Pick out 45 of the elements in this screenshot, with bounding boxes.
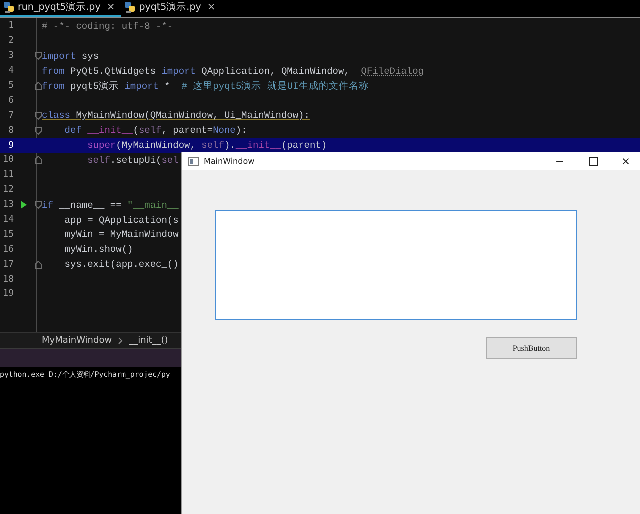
line-number: 4 [8,66,14,76]
breadcrumb-item[interactable]: MyMainWindow [42,336,112,346]
line-number: 16 [2,244,14,255]
breadcrumb-item[interactable]: __init__() [129,336,168,346]
close-button[interactable]: × [612,152,640,170]
line-number: 12 [2,185,14,196]
line-number: 3 [8,51,14,62]
chevron-icon [118,336,124,344]
line-number: 13 [2,200,14,210]
editor-tab[interactable]: pyqt5演示.py × [121,0,222,17]
line-number: 2 [8,36,14,46]
code-line: myWin.show() [64,244,134,256]
text-edit-field[interactable] [215,210,577,320]
line-number: 8 [8,126,14,136]
code-line: app = QApplication(s [64,214,179,226]
code-line: def __init__(self, parent=None): [64,125,248,136]
close-tab-button[interactable]: × [207,2,216,13]
line-number: 6 [8,96,14,106]
window-icon [188,156,199,166]
code-line: class MyMainWindow(QMainWindow, Ui_MainWindow): [42,110,310,122]
code-line: # -*- coding: utf-8 -*- [42,20,174,32]
line-number: 5 [8,81,14,91]
code-line: if __name__ == "__main__ [42,200,179,211]
code-line: sys.exit(app.exec_() [64,259,179,270]
code-line: import sys [42,50,100,62]
line-number: 7 [8,110,14,121]
line-number: 9 [8,140,14,151]
window-title: MainWindow [204,156,255,166]
line-number: 15 [2,230,14,240]
code-line: from pyqt5演示 import * # 这里pyqt5演示 就是UI生成的文件名称 [42,80,369,92]
line-number: 1 [8,21,14,32]
code-line: super(MyMainWindow, self).__init__(parent) [86,140,328,152]
code-line: from PyQt5.QtWidgets import QApplication, QMainWindow, QFileDialog [42,66,424,77]
minimize-button[interactable]: − [546,152,574,170]
code-line: self.setupUi(sel [86,154,179,166]
code-line: myWin = MyMainWindow [64,229,179,240]
line-number: 14 [2,215,14,226]
line-number: 10 [2,155,14,166]
push-button[interactable]: PushButton [486,337,577,359]
line-number: 11 [2,170,14,180]
close-tab-button[interactable]: × [106,2,116,13]
maximize-icon [588,156,598,166]
line-number: 18 [2,274,14,285]
line-number: 17 [2,260,14,270]
line-number: 19 [2,289,14,300]
